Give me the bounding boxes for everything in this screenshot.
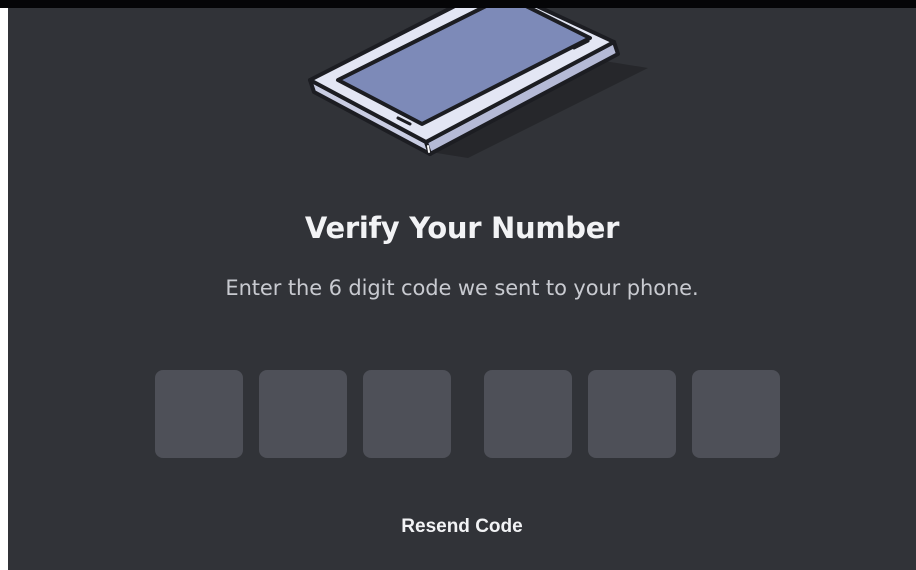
verification-code-inputs [8, 370, 916, 458]
code-digit-5[interactable] [588, 370, 676, 458]
resend-code-button[interactable]: Resend Code [401, 516, 522, 538]
modal-title: Verify Your Number [304, 211, 620, 245]
code-digit-3[interactable] [363, 370, 451, 458]
phone-icon [308, 8, 648, 158]
modal-subtitle: Enter the 6 digit code we sent to your p… [225, 276, 699, 300]
verify-number-modal: Verify Your Number Enter the 6 digit cod… [8, 8, 916, 570]
window-top-edge [0, 0, 916, 8]
code-digit-2[interactable] [259, 370, 347, 458]
code-digit-6[interactable] [692, 370, 780, 458]
resend-row: Resend Code [8, 516, 916, 538]
code-digit-4[interactable] [484, 370, 572, 458]
code-digit-1[interactable] [155, 370, 243, 458]
